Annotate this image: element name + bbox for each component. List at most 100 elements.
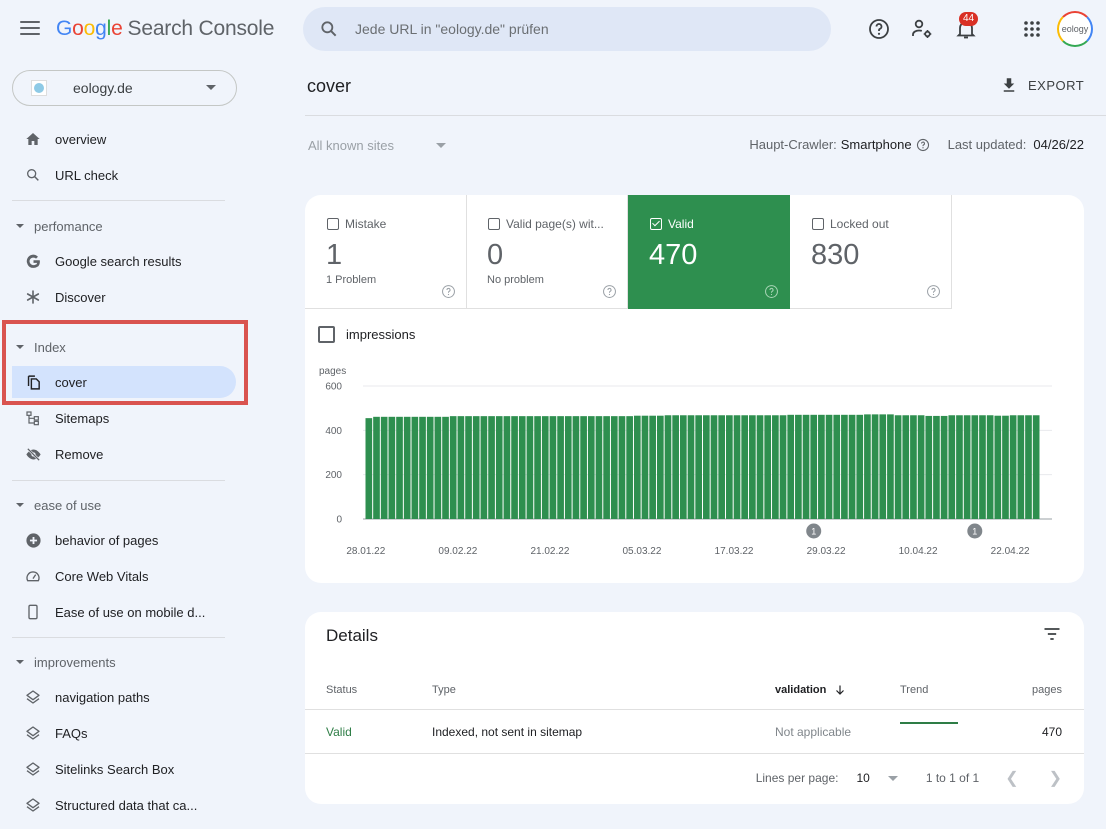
- main-menu-button[interactable]: [18, 17, 42, 41]
- help-icon[interactable]: [926, 284, 941, 299]
- bar: [986, 415, 994, 519]
- manage-users-icon[interactable]: [910, 17, 934, 41]
- help-icon[interactable]: [602, 284, 617, 299]
- sidebar-item-label: Sitelinks Search Box: [55, 761, 175, 777]
- sidebar-section-label: Index: [34, 339, 66, 355]
- bar: [595, 416, 603, 519]
- bar: [902, 415, 910, 519]
- tile-valid[interactable]: Valid 470: [628, 195, 790, 309]
- bar: [971, 415, 979, 519]
- column-header-type[interactable]: Type: [432, 670, 456, 709]
- sidebar-section-improvements[interactable]: improvements: [16, 652, 116, 672]
- sidebar-item-sitemaps[interactable]: Sitemaps: [12, 402, 236, 434]
- help-icon[interactable]: [916, 138, 930, 152]
- sidebar-section-index[interactable]: Index: [16, 337, 66, 357]
- bar: [679, 415, 687, 519]
- table-header: Status Type validation Trend pages: [305, 670, 1084, 710]
- app-logo[interactable]: Google Search Console: [56, 17, 274, 41]
- chevron-down-icon[interactable]: [887, 775, 898, 781]
- sidebar-item-discover[interactable]: Discover: [12, 281, 236, 313]
- bar: [626, 416, 633, 519]
- table-row[interactable]: Valid Indexed, not sent in sitemap Not a…: [305, 710, 1084, 754]
- property-selector[interactable]: eology.de: [12, 70, 237, 106]
- lines-per-page-select[interactable]: 10: [856, 771, 869, 785]
- apps-grid-icon[interactable]: [1020, 17, 1044, 41]
- filter-icon[interactable]: [1042, 624, 1062, 644]
- bar: [557, 416, 564, 519]
- bar: [403, 416, 411, 519]
- sidebar-item-google-search-results[interactable]: Google search results: [12, 245, 236, 277]
- bar: [449, 416, 457, 519]
- checkbox[interactable]: [488, 218, 500, 230]
- help-icon[interactable]: [764, 284, 779, 299]
- crawler-label: Haupt-Crawler:: [749, 137, 837, 152]
- property-name: eology.de: [73, 80, 133, 96]
- bar: [1002, 415, 1009, 519]
- checkbox[interactable]: [318, 326, 335, 343]
- tile-label: Valid page(s) wit...: [506, 217, 604, 231]
- bar: [963, 415, 971, 519]
- export-button[interactable]: EXPORT: [1000, 76, 1084, 94]
- bar: [871, 414, 879, 519]
- tile-mistake[interactable]: Mistake 1 1 Problem: [305, 195, 467, 309]
- bar: [879, 414, 887, 519]
- next-page-button[interactable]: ❯: [1049, 768, 1062, 788]
- sidebar-item-mobile-usability[interactable]: Ease of use on mobile d...: [12, 596, 236, 628]
- bar: [633, 415, 641, 519]
- previous-page-button[interactable]: ❮: [1005, 768, 1018, 788]
- tile-locked-out[interactable]: Locked out 830: [790, 195, 952, 309]
- layers-icon: [24, 760, 42, 778]
- help-icon[interactable]: [867, 17, 891, 41]
- sidebar-item-cover[interactable]: cover: [12, 366, 236, 398]
- column-header-trend: Trend: [900, 683, 929, 696]
- tile-valid-with-warnings[interactable]: Valid page(s) wit... 0 No problem: [466, 195, 628, 309]
- bar: [764, 415, 772, 519]
- sidebar-item-core-web-vitals[interactable]: Core Web Vitals: [12, 560, 236, 592]
- bar: [718, 415, 726, 519]
- sidebar-item-remove[interactable]: Remove: [12, 438, 236, 470]
- sidebar-item-faqs[interactable]: FAQs: [12, 717, 236, 749]
- impressions-toggle[interactable]: impressions: [318, 326, 415, 343]
- bar: [518, 416, 526, 519]
- sidebar-item-url-check[interactable]: URL check: [12, 159, 236, 191]
- column-header-validation[interactable]: validation: [775, 670, 846, 709]
- x-tick-label: 21.02.22: [530, 546, 569, 557]
- column-header-status[interactable]: Status: [326, 670, 357, 709]
- sidebar-item-sitelinks-search-box[interactable]: Sitelinks Search Box: [12, 753, 236, 785]
- bar: [526, 416, 534, 519]
- bar: [856, 414, 864, 519]
- summary-card: Mistake 1 1 Problem Valid page(s) wit...…: [305, 195, 1084, 583]
- bar: [534, 416, 541, 519]
- sidebar-item-behavior-of-pages[interactable]: behavior of pages: [12, 524, 236, 556]
- sidebar-item-structured-data[interactable]: Structured data that ca...: [12, 789, 236, 821]
- sidebar-section-performance[interactable]: perfomance: [16, 216, 103, 236]
- checkbox[interactable]: [812, 218, 824, 230]
- checkbox-checked[interactable]: [650, 218, 662, 230]
- tile-value: 0: [487, 239, 504, 271]
- help-icon[interactable]: [441, 284, 456, 299]
- account-avatar[interactable]: eology: [1057, 11, 1093, 47]
- bar: [703, 415, 710, 519]
- collapse-triangle-icon: [16, 660, 24, 664]
- bar: [572, 416, 580, 519]
- bar: [656, 415, 664, 519]
- url-inspect-search[interactable]: [303, 7, 831, 51]
- sidebar-section-ease-of-use[interactable]: ease of use: [16, 495, 101, 515]
- sidebar-item-navigation-paths[interactable]: navigation paths: [12, 681, 236, 713]
- bar: [672, 415, 679, 519]
- bar: [841, 414, 848, 519]
- sidebar-item-overview[interactable]: overview: [12, 123, 236, 155]
- sidebar-item-label: Core Web Vitals: [55, 568, 149, 584]
- url-inspect-input[interactable]: [355, 21, 775, 37]
- details-title: Details: [326, 626, 378, 645]
- bar: [887, 414, 894, 519]
- checkbox[interactable]: [327, 218, 339, 230]
- sidebar-item-label: FAQs: [55, 725, 88, 741]
- bar: [495, 416, 503, 519]
- site-filter-dropdown[interactable]: All known sites: [308, 138, 446, 153]
- crawler-info: Haupt-Crawler: Smartphone Last updated: …: [749, 137, 1084, 152]
- column-header-pages[interactable]: pages: [1032, 670, 1062, 709]
- bar: [756, 415, 764, 519]
- asterisk-icon: [24, 288, 42, 306]
- bar: [580, 416, 587, 519]
